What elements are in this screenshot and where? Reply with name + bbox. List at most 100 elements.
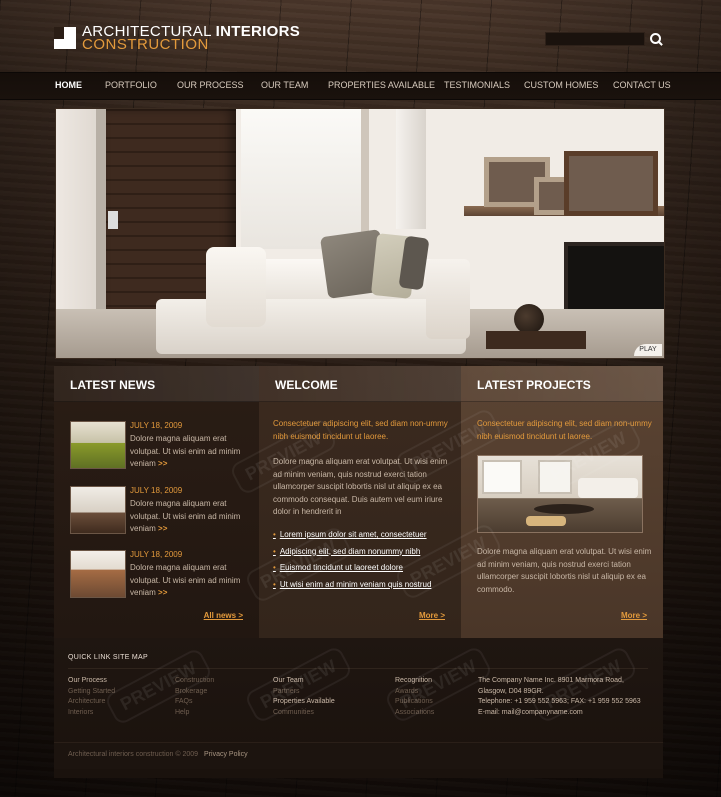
footer-link[interactable]: Recognition <box>395 676 434 687</box>
address-email[interactable]: E-mail: mail@companyname.com <box>478 708 641 719</box>
news-text-body: Dolore magna aliquam erat volutpat. Ut w… <box>130 563 241 597</box>
hero-play-button[interactable]: PLAY <box>634 344 662 356</box>
nav-contact-us[interactable]: CONTACT US <box>613 80 671 90</box>
welcome-body: Dolore magna aliquam erat volutpat. Ut w… <box>273 457 448 516</box>
news-text: Dolore magna aliquam erat volutpat. Ut w… <box>130 562 248 600</box>
news-thumbnail[interactable] <box>70 486 126 534</box>
main-nav: HOME PORTFOLIO OUR PROCESS OUR TEAM PROP… <box>0 72 721 100</box>
footer-link[interactable]: Our Team <box>273 676 335 687</box>
site-logo[interactable]: ARCHITECTURAL INTERIORS CONSTRUCTION <box>54 23 301 52</box>
footer-link[interactable]: Awards <box>395 687 434 698</box>
footer-links-col-2: Construction Brokerage FAQs Help <box>175 676 214 718</box>
privacy-policy-link[interactable]: Privacy Policy <box>204 751 248 758</box>
latest-news-heading: LATEST NEWS <box>54 366 259 402</box>
projects-more-link[interactable]: More > <box>621 611 647 620</box>
news-more-link[interactable]: >> <box>158 459 167 468</box>
nav-testimonials[interactable]: TESTIMONIALS <box>444 80 510 90</box>
footer-links-col-1: Our Process Getting Started Architecture… <box>68 676 115 718</box>
news-date: JULY 18, 2009 <box>130 486 183 495</box>
news-text-body: Dolore magna aliquam erat volutpat. Ut w… <box>130 499 241 533</box>
latest-projects-panel: LATEST PROJECTS Consectetuer adipiscing … <box>461 366 663 638</box>
site-header: ARCHITECTURAL INTERIORS CONSTRUCTION <box>0 0 721 72</box>
hero-sculpture <box>514 304 544 334</box>
news-text-body: Dolore magna aliquam erat volutpat. Ut w… <box>130 434 241 468</box>
footer-link[interactable]: Construction <box>175 676 214 687</box>
all-news-link[interactable]: All news > <box>204 611 243 620</box>
welcome-bullet-link[interactable]: Ut wisi enim ad minim veniam quis nostru… <box>273 580 458 597</box>
project-image[interactable] <box>477 455 643 533</box>
project-table <box>534 504 594 514</box>
footer-link[interactable]: Getting Started <box>68 687 115 698</box>
search-icon[interactable] <box>649 32 663 46</box>
hero-sofa-arm <box>206 247 266 327</box>
site-footer: QUICK LINK SITE MAP Our Process Getting … <box>54 638 663 778</box>
nav-properties-available[interactable]: PROPERTIES AVAILABLE <box>328 80 435 90</box>
welcome-panel: WELCOME Consectetuer adipiscing elit, se… <box>259 366 461 638</box>
news-text: Dolore magna aliquam erat volutpat. Ut w… <box>130 433 248 471</box>
news-text: Dolore magna aliquam erat volutpat. Ut w… <box>130 498 248 536</box>
address-line: The Company Name Inc. 8901 Marmora Road, <box>478 677 624 684</box>
welcome-bullet-link[interactable]: Adipiscing elit, sed diam nonummy nibh <box>273 547 458 564</box>
news-thumbnail[interactable] <box>70 550 126 598</box>
copyright-text: Architectural interiors construction © 2… <box>68 751 199 758</box>
news-more-link[interactable]: >> <box>158 524 167 533</box>
footer-link[interactable]: Communities <box>273 708 335 719</box>
address-line: Glasgow, D04 89GR. <box>478 687 544 695</box>
news-date: JULY 18, 2009 <box>130 421 183 430</box>
welcome-bullet-list: Lorem ipsum dolor sit amet, consectetuer… <box>273 530 458 596</box>
footer-link[interactable]: Brokerage <box>175 687 214 698</box>
footer-link[interactable]: Architecture <box>68 697 115 708</box>
project-sofa <box>578 478 638 498</box>
hero-image: PLAY <box>55 108 665 359</box>
footer-link[interactable]: Associations <box>395 708 434 719</box>
logo-mark-icon <box>54 27 76 49</box>
nav-portfolio[interactable]: PORTFOLIO <box>105 80 157 90</box>
content-columns: LATEST NEWS JULY 18, 2009 Dolore magna a… <box>54 366 663 638</box>
welcome-bullet-link[interactable]: Lorem ipsum dolor sit amet, consectetuer <box>273 530 458 547</box>
news-thumbnail[interactable] <box>70 421 126 469</box>
news-more-link[interactable]: >> <box>158 588 167 597</box>
latest-news-panel: LATEST NEWS JULY 18, 2009 Dolore magna a… <box>54 366 259 638</box>
footer-link[interactable]: FAQs <box>175 697 214 708</box>
hero-door-handle <box>108 211 118 229</box>
footer-link[interactable]: Properties Available <box>273 697 335 708</box>
projects-body: Dolore magna aliquam erat volutpat. Ut w… <box>477 547 652 594</box>
logo-line1-b: INTERIORS <box>215 23 301 40</box>
footer-divider <box>68 668 648 669</box>
nav-home[interactable]: HOME <box>55 80 82 90</box>
address-phone: Telephone: +1 959 552 5963; FAX: +1 959 … <box>478 698 641 705</box>
hero-table <box>486 331 586 349</box>
hero-sofa-arm-2 <box>426 259 470 339</box>
project-window <box>482 460 522 494</box>
footer-heading: QUICK LINK SITE MAP <box>68 654 148 661</box>
hero-sofa-base <box>156 299 466 354</box>
hero-column-2 <box>396 109 426 229</box>
project-window-2 <box>538 460 572 494</box>
footer-address: The Company Name Inc. 8901 Marmora Road,… <box>478 676 641 718</box>
nav-our-team[interactable]: OUR TEAM <box>261 80 308 90</box>
latest-projects-heading: LATEST PROJECTS <box>461 366 663 402</box>
hero-window <box>241 109 367 249</box>
footer-link[interactable]: Interiors <box>68 708 115 719</box>
project-ottoman <box>526 516 566 526</box>
nav-our-process[interactable]: OUR PROCESS <box>177 80 244 90</box>
copyright: Architectural interiors construction © 2… <box>68 751 248 758</box>
footer-link[interactable]: Publications <box>395 697 434 708</box>
welcome-bullet-link[interactable]: Euismod tincidunt ut laoreet dolore <box>273 563 458 580</box>
news-date: JULY 18, 2009 <box>130 550 183 559</box>
footer-links-col-4: Recognition Awards Publications Associat… <box>395 676 434 718</box>
hero-frame-3 <box>564 151 658 216</box>
nav-custom-homes[interactable]: CUSTOM HOMES <box>524 80 598 90</box>
footer-links-col-3: Our Team Partners Properties Available C… <box>273 676 335 718</box>
footer-link[interactable]: Our Process <box>68 676 115 687</box>
welcome-heading: WELCOME <box>259 366 461 402</box>
search-bar <box>545 32 663 46</box>
welcome-lead: Consectetuer adipiscing elit, sed diam n… <box>273 419 448 441</box>
projects-lead: Consectetuer adipiscing elit, sed diam n… <box>477 419 652 441</box>
footer-bottom-bar: Architectural interiors construction © 2… <box>54 742 663 769</box>
footer-link[interactable]: Help <box>175 708 214 719</box>
logo-text: ARCHITECTURAL INTERIORS CONSTRUCTION <box>82 23 301 52</box>
search-input[interactable] <box>545 32 645 46</box>
welcome-more-link[interactable]: More > <box>419 611 445 620</box>
footer-link[interactable]: Partners <box>273 687 335 698</box>
